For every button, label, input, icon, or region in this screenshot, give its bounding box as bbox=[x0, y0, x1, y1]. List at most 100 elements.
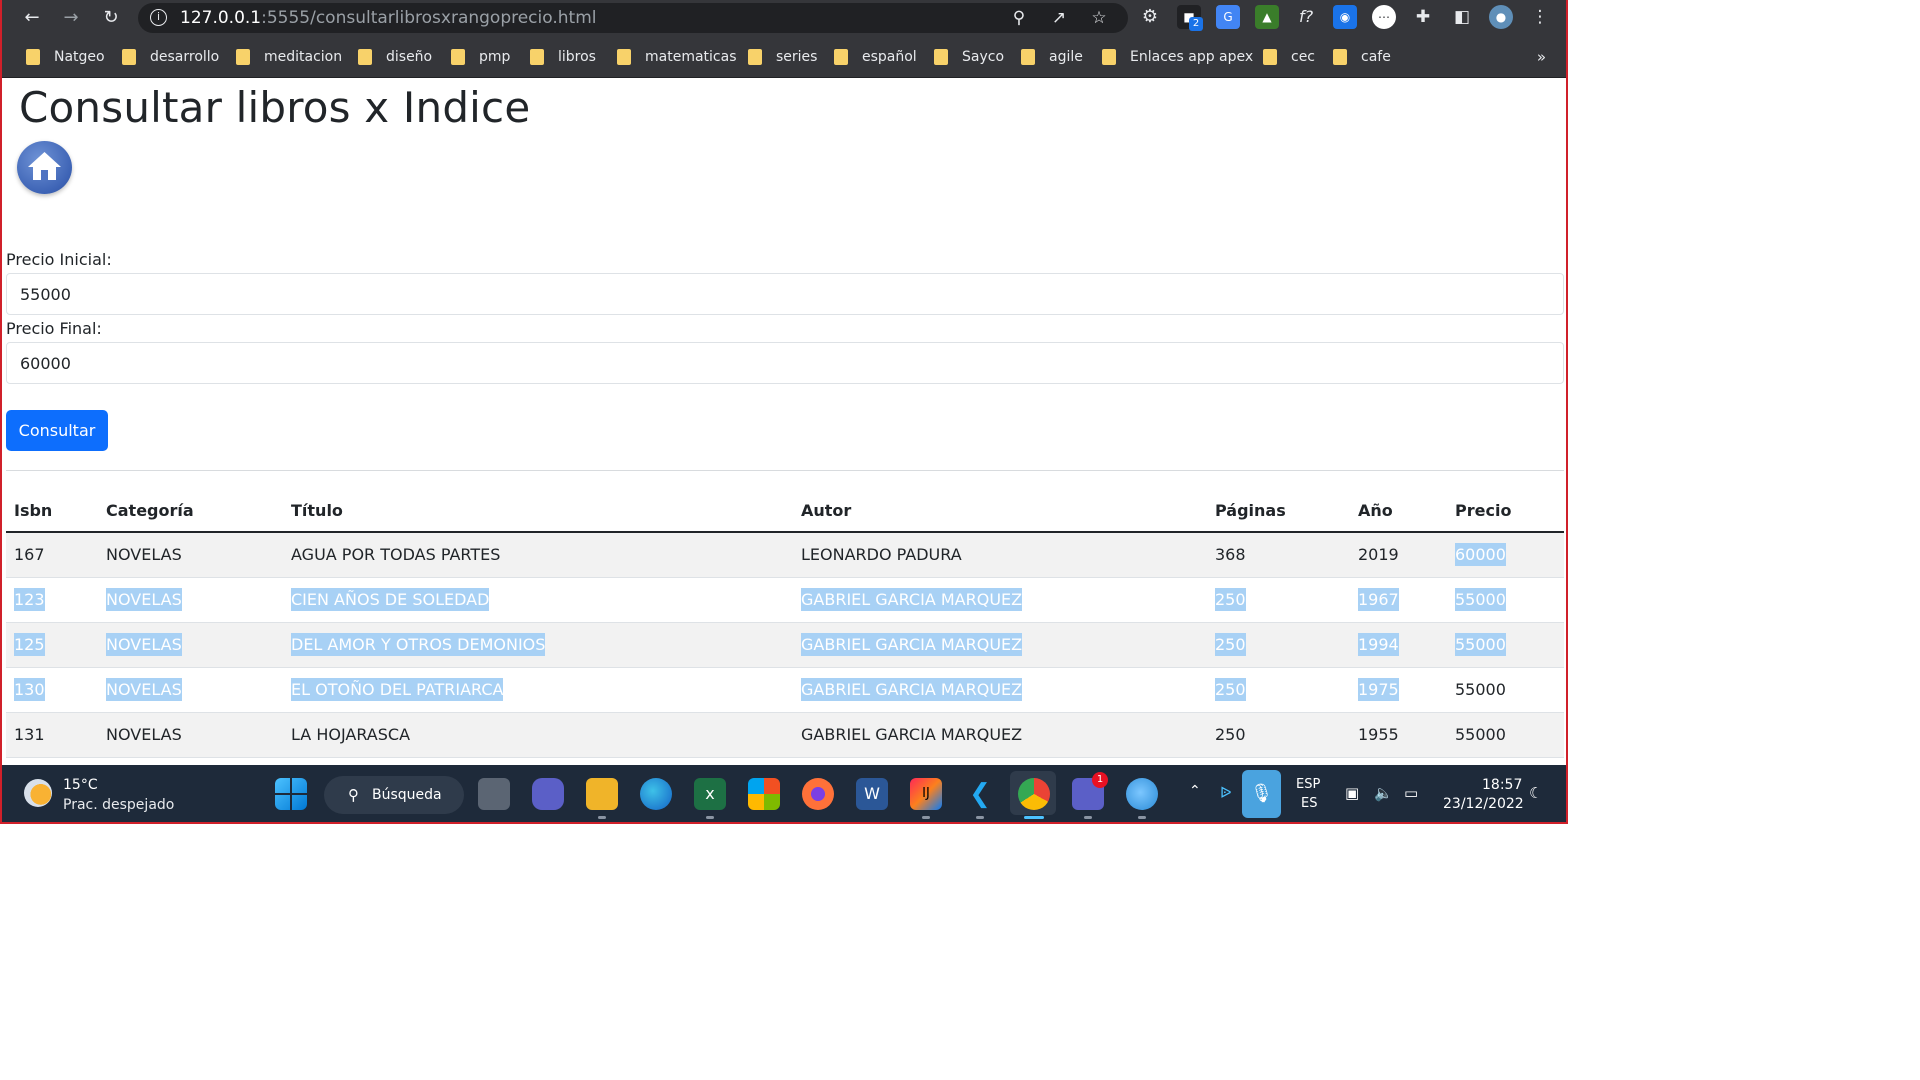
table-cell: 60000 bbox=[1447, 532, 1564, 578]
results-table: Isbn Categoría Título Autor Páginas Año … bbox=[6, 489, 1564, 758]
file-explorer-icon[interactable] bbox=[586, 778, 618, 810]
table-cell: 1975 bbox=[1350, 667, 1447, 713]
bookmark-folder[interactable]: Sayco bbox=[934, 46, 1004, 68]
bookmark-folder[interactable]: Natgeo bbox=[26, 46, 105, 68]
running-indicator bbox=[1084, 816, 1092, 819]
folder-icon bbox=[1021, 49, 1035, 65]
share-icon[interactable]: ↗ bbox=[1046, 5, 1072, 31]
network-icon[interactable]: ▣ bbox=[1345, 784, 1359, 802]
bookmark-folder[interactable]: cafe bbox=[1333, 46, 1391, 68]
edge-icon[interactable] bbox=[640, 778, 672, 810]
selected-text: 1975 bbox=[1358, 678, 1399, 701]
table-cell: NOVELAS bbox=[98, 622, 283, 668]
table-cell: 55000 bbox=[1447, 622, 1564, 668]
shield-extension-icon[interactable]: ◉ bbox=[1333, 5, 1357, 29]
bookmark-folder[interactable]: español bbox=[834, 46, 917, 68]
bookmark-folder[interactable]: desarrollo bbox=[122, 46, 219, 68]
page-title: Consultar libros x Indice bbox=[19, 83, 531, 132]
home-icon[interactable] bbox=[17, 141, 72, 194]
bookmark-folder[interactable]: Enlaces app apex bbox=[1102, 46, 1253, 68]
bookmark-folder[interactable]: meditacion bbox=[236, 46, 342, 68]
weather-description[interactable]: Prac. despejado bbox=[63, 797, 174, 813]
store-icon[interactable] bbox=[748, 778, 780, 810]
chat-icon[interactable] bbox=[532, 778, 564, 810]
selected-text: 123 bbox=[14, 588, 45, 611]
tree-extension-icon[interactable]: ▲ bbox=[1255, 5, 1279, 29]
bookmark-folder[interactable]: series bbox=[748, 46, 817, 68]
precio-inicial-input[interactable] bbox=[6, 273, 1564, 315]
more-bookmarks-button[interactable]: » bbox=[1537, 48, 1546, 66]
microphone-icon[interactable]: 🎙 bbox=[1242, 770, 1281, 818]
table-cell: 250 bbox=[1207, 667, 1350, 713]
clock-date[interactable]: 23/12/2022 bbox=[1443, 796, 1524, 812]
intellij-icon[interactable]: IJ bbox=[910, 778, 942, 810]
bookmark-folder[interactable]: diseño bbox=[358, 46, 432, 68]
running-indicator bbox=[976, 816, 984, 819]
selected-text: 250 bbox=[1215, 633, 1246, 656]
zoom-icon[interactable]: ⚲ bbox=[1006, 5, 1032, 31]
table-cell: 1967 bbox=[1350, 577, 1447, 623]
table-cell: GABRIEL GARCIA MARQUEZ bbox=[793, 712, 1207, 758]
formula-extension-icon[interactable]: f? bbox=[1294, 5, 1318, 29]
column-header-categoria: Categoría bbox=[98, 489, 283, 533]
word-icon[interactable]: W bbox=[856, 778, 888, 810]
table-cell: 55000 bbox=[1447, 667, 1564, 713]
menu-icon[interactable]: ⋮ bbox=[1528, 5, 1552, 29]
start-icon[interactable] bbox=[275, 778, 307, 810]
table-cell: GABRIEL GARCIA MARQUEZ bbox=[793, 622, 1207, 668]
excel-icon[interactable]: x bbox=[694, 778, 726, 810]
extensions-puzzle-icon[interactable]: ✚ bbox=[1411, 5, 1435, 29]
teams-icon[interactable]: 1 bbox=[1072, 772, 1108, 810]
table-cell: CIEN AÑOS DE SOLEDAD bbox=[283, 577, 793, 623]
consultar-button[interactable]: Consultar bbox=[6, 410, 108, 451]
weather-temperature[interactable]: 15°C bbox=[63, 777, 98, 793]
reload-icon[interactable]: ↻ bbox=[98, 5, 124, 31]
bookmark-folder[interactable]: pmp bbox=[451, 46, 510, 68]
bookmark-folder[interactable]: libros bbox=[530, 46, 596, 68]
bluetooth-icon[interactable]: ᐉ bbox=[1220, 784, 1232, 802]
table-row: 123 NOVELAS CIEN AÑOS DE SOLEDAD GABRIEL… bbox=[6, 577, 1564, 623]
url-text[interactable]: 127.0.0.1:5555/consultarlibrosxrangoprec… bbox=[180, 8, 597, 28]
extension-icon[interactable]: ■2 bbox=[1177, 5, 1203, 31]
circle-extension-icon[interactable]: ⋯ bbox=[1372, 5, 1396, 29]
side-panel-icon[interactable]: ◧ bbox=[1450, 5, 1474, 29]
selected-text: DEL AMOR Y OTROS DEMONIOS bbox=[291, 633, 546, 656]
address-bar[interactable]: i 127.0.0.1:5555/consultarlibrosxrangopr… bbox=[138, 3, 1128, 33]
bookmark-star-icon[interactable]: ☆ bbox=[1086, 5, 1112, 31]
page-content: Consultar libros x Indice Precio Inicial… bbox=[2, 79, 1566, 763]
folder-icon bbox=[1333, 49, 1347, 65]
chevron-up-icon[interactable]: ⌃ bbox=[1189, 783, 1201, 799]
bookmark-folder[interactable]: agile bbox=[1021, 46, 1083, 68]
site-info-icon[interactable]: i bbox=[150, 9, 167, 26]
chrome-icon[interactable] bbox=[1018, 778, 1050, 810]
profile-avatar[interactable]: ● bbox=[1489, 5, 1513, 29]
paint-icon[interactable] bbox=[1126, 778, 1158, 810]
firefox-icon[interactable] bbox=[802, 778, 834, 810]
column-header-paginas: Páginas bbox=[1207, 489, 1350, 533]
extension-badge: 2 bbox=[1189, 17, 1203, 31]
volume-icon[interactable]: 🔈 bbox=[1374, 784, 1393, 802]
settings-extension-icon[interactable]: ⚙ bbox=[1138, 5, 1162, 29]
language-indicator[interactable]: ESP bbox=[1296, 777, 1320, 792]
table-header-row: Isbn Categoría Título Autor Páginas Año … bbox=[6, 489, 1564, 533]
keyboard-layout-indicator[interactable]: ES bbox=[1301, 796, 1317, 811]
battery-icon[interactable]: ▭ bbox=[1404, 784, 1418, 802]
column-header-ano: Año bbox=[1350, 489, 1447, 533]
forward-icon[interactable]: → bbox=[58, 5, 84, 31]
bookmark-folder[interactable]: matematicas bbox=[617, 46, 737, 68]
clock-time[interactable]: 18:57 bbox=[1482, 777, 1522, 793]
table-cell: 250 bbox=[1207, 712, 1350, 758]
precio-final-label: Precio Final: bbox=[6, 319, 102, 338]
back-icon[interactable]: ← bbox=[19, 5, 45, 31]
vscode-icon[interactable]: ❮ bbox=[964, 778, 996, 810]
taskbar-search[interactable]: ⚲ Búsqueda bbox=[324, 776, 464, 814]
bookmark-folder[interactable]: cec bbox=[1263, 46, 1315, 68]
translate-extension-icon[interactable]: G bbox=[1216, 5, 1240, 29]
moon-icon[interactable]: ☾ bbox=[1529, 784, 1542, 802]
weather-icon[interactable] bbox=[24, 779, 52, 807]
folder-icon bbox=[1263, 49, 1277, 65]
precio-final-input[interactable] bbox=[6, 342, 1564, 384]
selected-text: 250 bbox=[1215, 588, 1246, 611]
table-cell: LEONARDO PADURA bbox=[793, 532, 1207, 578]
task-view-icon[interactable] bbox=[478, 778, 510, 810]
